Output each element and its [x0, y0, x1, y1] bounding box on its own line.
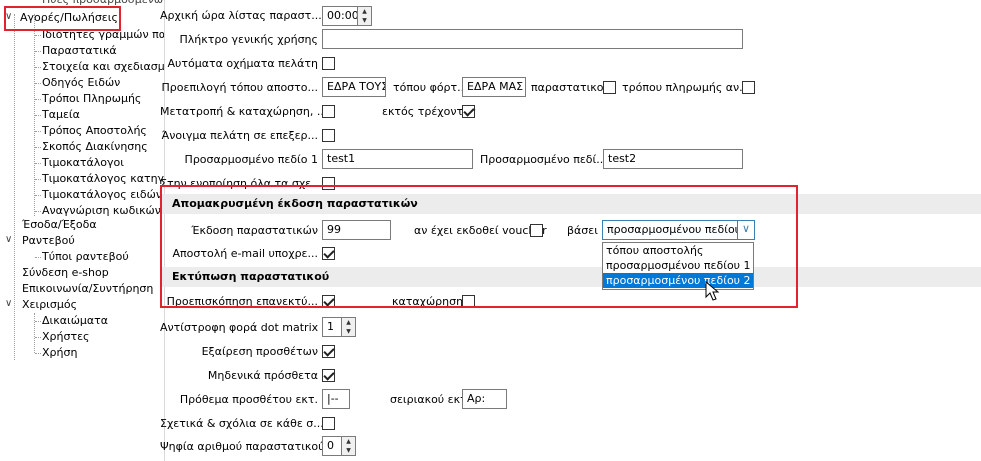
- chevron-down-icon[interactable]: ∨: [5, 298, 12, 309]
- tree-connector: [35, 99, 41, 100]
- highlight-box: [160, 185, 798, 308]
- tree-connector: [34, 313, 35, 353]
- tree-item-child[interactable]: Σκοπός Διακίνησης: [42, 139, 148, 155]
- dot-matrix-spinner[interactable]: ▲ ▼: [342, 317, 356, 337]
- tree-item-child[interactable]: Οδηγός Ειδών: [42, 75, 120, 91]
- convert-label: Μετατροπή & καταχώρηση, ...: [160, 105, 328, 118]
- zero-addons-label: Μηδενικά πρόσθετα: [207, 369, 318, 382]
- tree-item-communication[interactable]: Επικοινωνία/Συντήρηση: [22, 281, 153, 297]
- default-place-label: Προεπιλογή τόπου αποστο...: [161, 81, 318, 94]
- tree-connector: [35, 195, 41, 196]
- convert-checkbox[interactable]: [322, 105, 335, 118]
- exclude-addons-checkbox[interactable]: [322, 345, 335, 358]
- payment-label: τρόπου πληρωμής αν...: [622, 81, 750, 94]
- serial-label: σειριακού εκτ.: [390, 393, 471, 406]
- auto-customer-label: Αυτόματα οχήματα πελάτη: [167, 57, 318, 70]
- tree-item-usage[interactable]: Χρήση: [42, 345, 77, 361]
- tree-item-child[interactable]: Παραστατικά: [42, 43, 117, 59]
- start-time-label: Αρχική ώρα λίστας παραστ...: [160, 9, 322, 22]
- open-customer-checkbox[interactable]: [322, 129, 335, 142]
- tree-connector: [35, 115, 41, 116]
- exclude-addons-label: Εξαίρεση προσθέτων: [201, 345, 318, 358]
- dot-matrix-label: Αντίστροφη φορά dot matrix: [160, 321, 319, 334]
- doc-label: παραστατικού: [531, 81, 610, 94]
- auto-customer-checkbox[interactable]: [322, 57, 335, 70]
- tree-item-income-expenses[interactable]: Έσοδα/Έξοδα: [22, 217, 97, 233]
- serial-input[interactable]: Αρ:: [462, 389, 507, 409]
- dot-matrix-input[interactable]: 1: [322, 317, 342, 337]
- custom-field-1-input[interactable]: test1: [322, 149, 473, 169]
- tree-connector: [35, 67, 41, 68]
- tree-connector: [35, 147, 41, 148]
- tree-connector: [35, 51, 41, 52]
- tree-connector: [35, 211, 41, 212]
- tree-connector: [35, 321, 41, 322]
- start-time-spinner[interactable]: ▲ ▼: [358, 6, 372, 26]
- tree-item-handling[interactable]: Χειρισμός: [22, 297, 77, 313]
- tree-item-child[interactable]: Τρόπος Αποστολής: [42, 123, 147, 139]
- custom-field-1-label: Προσαρμοσμένο πεδίο 1: [184, 153, 318, 166]
- doc-checkbox[interactable]: [603, 81, 616, 94]
- tree-connector: [35, 257, 41, 258]
- general-key-label: Πλήκτρο γενικής χρήσης: [179, 33, 318, 46]
- comments-checkbox[interactable]: [322, 417, 335, 430]
- general-key-input[interactable]: [322, 29, 743, 49]
- navigation-tree: Πύες προσαρμοσμένων τ ∨ Αγορές/Πωλήσεις …: [0, 0, 165, 461]
- place-load-label: τόπου φόρτ...: [393, 81, 468, 94]
- addon-prefix-label: Πρόθεμα προσθέτου εκτ.: [179, 393, 318, 406]
- tree-item-users[interactable]: Χρήστες: [42, 329, 90, 345]
- tree-item-appointments[interactable]: Ραντεβού: [22, 233, 75, 249]
- tree-connector: [35, 337, 41, 338]
- tree-connector: [35, 35, 41, 36]
- digits-input[interactable]: 0: [322, 436, 342, 456]
- chevron-down-icon[interactable]: ∨: [5, 234, 12, 245]
- tree-item-rights[interactable]: Δικαιώματα: [42, 313, 108, 329]
- tree-item-child[interactable]: Ταμεία: [42, 107, 80, 123]
- tree-connector: [35, 179, 41, 180]
- tree-item-child[interactable]: Τρόποι Πληρωμής: [42, 91, 141, 107]
- except-current-checkbox[interactable]: [462, 105, 475, 118]
- tree-connector: [35, 83, 41, 84]
- tree-connector: [35, 163, 41, 164]
- tree-connector: [14, 14, 15, 360]
- tree-item-child[interactable]: Τιμοκατάλογοι: [42, 155, 124, 171]
- tree-item-child[interactable]: Τιμοκατάλογος ειδών: [42, 187, 162, 203]
- start-time-input[interactable]: 00:00: [322, 6, 358, 26]
- open-customer-label: Άνοιγμα πελάτη σε επεξερ...: [161, 129, 318, 142]
- tree-item-child[interactable]: Στοιχεία και σχεδιασμός π: [42, 59, 164, 75]
- place-load-input[interactable]: ΕΔΡΑ ΜΑΣ: [462, 77, 526, 97]
- tree-item-eshop[interactable]: Σύνδεση e-shop: [22, 265, 109, 281]
- payment-checkbox[interactable]: [742, 81, 755, 94]
- tree-item-child[interactable]: Τιμοκατάλογος κατηγοριώ: [42, 171, 164, 187]
- tree-connector: [35, 131, 41, 132]
- tree-item-appointment-types[interactable]: Τύποι ραντεβού: [42, 249, 129, 265]
- tree-connector: [35, 353, 41, 354]
- digits-spinner[interactable]: ▲ ▼: [342, 436, 356, 456]
- comments-label: Σχετικά & σχόλια σε κάθε σ...: [160, 417, 324, 430]
- custom-field-2-input[interactable]: test2: [603, 149, 743, 169]
- digits-label: Ψηφία αριθμού παραστατικού: [160, 440, 325, 453]
- default-place-input[interactable]: ΕΔΡΑ ΤΟΥΣ: [322, 77, 386, 97]
- zero-addons-checkbox[interactable]: [322, 369, 335, 382]
- addon-prefix-input[interactable]: |--: [322, 389, 350, 409]
- highlight-box: [4, 6, 121, 31]
- custom-field-2-label: Προσαρμοσμένο πεδί...: [480, 153, 607, 166]
